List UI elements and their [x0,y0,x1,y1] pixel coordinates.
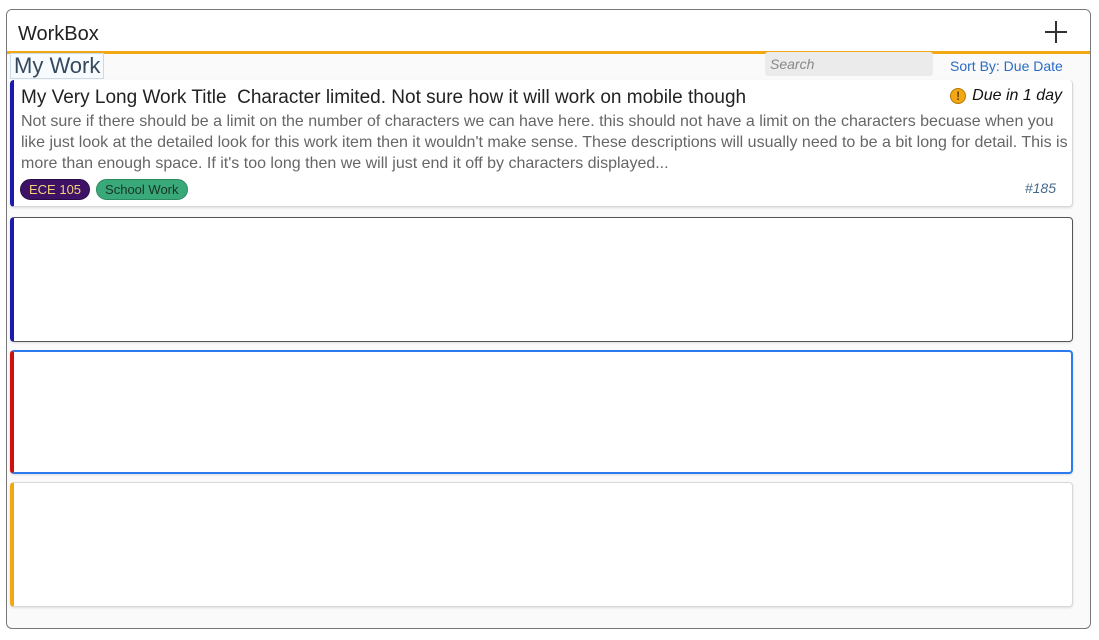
sort-by-button[interactable]: Sort By: Due Date [950,58,1063,74]
tag-category[interactable]: School Work [96,179,188,200]
search-input[interactable] [765,52,933,76]
work-item-number: #185 [1024,180,1056,196]
work-item-card[interactable]: My Very Long Work Title Character limite… [10,80,1073,207]
work-item-title: My Very Long Work Title Character limite… [21,87,747,108]
section-title: My Work [10,53,105,79]
due-label: Due in 1 day [972,87,1062,104]
work-item-card[interactable] [10,482,1073,607]
warning-icon: ! [950,88,967,104]
work-item-card-selected[interactable] [10,350,1073,474]
due-status: ! Due in 1 day [950,87,1062,105]
work-item-card[interactable] [10,217,1073,342]
plus-icon[interactable] [1044,20,1068,44]
app-title: WorkBox [18,23,99,45]
work-item-description: Not sure if there should be a limit on t… [21,113,1068,172]
tag-course[interactable]: ECE 105 [20,179,91,200]
tag-list: ECE 105 School Work [20,179,188,200]
title-bar: WorkBox [7,10,1090,54]
